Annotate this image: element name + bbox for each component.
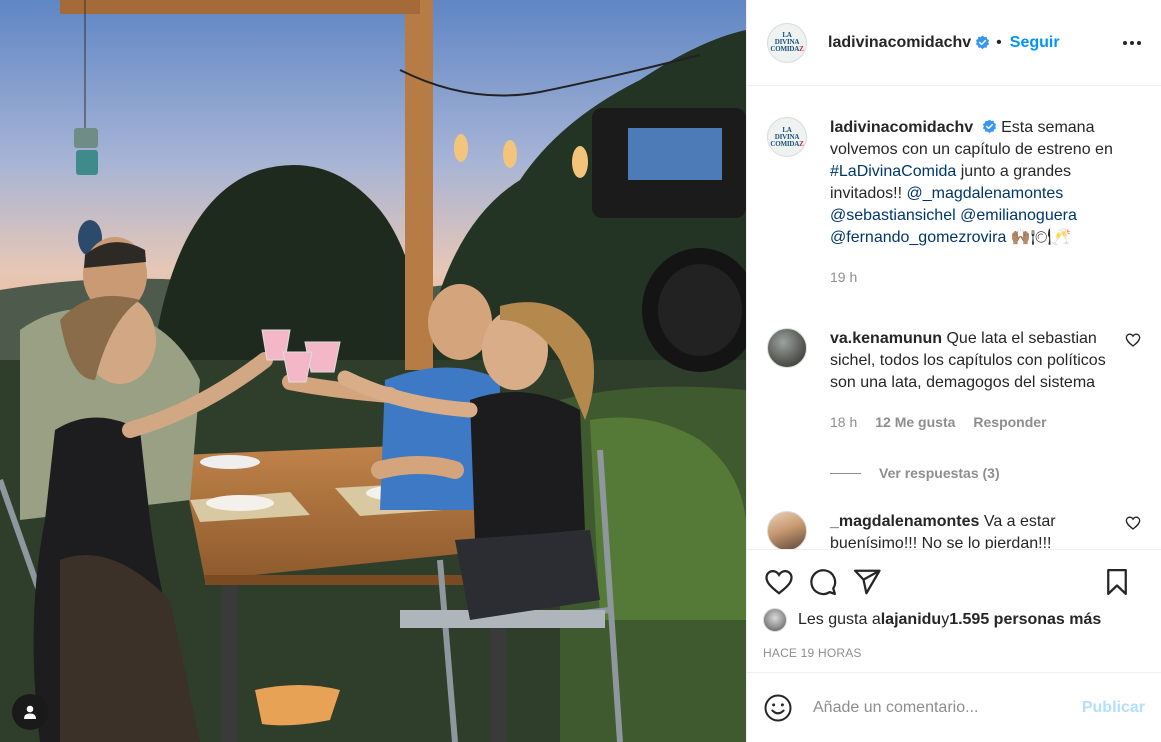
follow-button[interactable]: Seguir [1010, 34, 1060, 52]
caption-emojis: 🙌🏽🍽🥂 [1010, 229, 1071, 246]
dot-icon [1130, 40, 1134, 45]
share-button[interactable] [851, 566, 883, 598]
post-caption: LA DIVINA COMIDAZ ladivinacomidachv Esta… [767, 117, 1141, 288]
dot-icon [1137, 40, 1141, 45]
likes-summary: Les gusta a lajanidu y 1.595 personas má… [763, 608, 1145, 632]
brand-logo: LA DIVINA COMIDAZ [770, 125, 804, 148]
comment-likes[interactable]: 12 Me gusta [875, 411, 955, 433]
tagged-users-button[interactable] [12, 694, 48, 730]
commenter-avatar[interactable] [767, 328, 807, 368]
header-separator: • [996, 33, 1002, 51]
likes-count[interactable]: 1.595 personas más [949, 611, 1101, 629]
action-bar [763, 550, 1145, 614]
add-comment-bar: Publicar [747, 672, 1161, 742]
comment-item: _magdalenamontes Va a estar buenísimo!!!… [767, 511, 1141, 549]
comments-list[interactable]: LA DIVINA COMIDAZ ladivinacomidachv Esta… [747, 87, 1161, 549]
liker-username[interactable]: lajanidu [881, 611, 941, 629]
liker-avatar[interactable] [763, 608, 787, 632]
emoji-icon[interactable] [763, 693, 793, 723]
like-comment-heart-icon[interactable] [1125, 332, 1141, 348]
verified-badge-icon [976, 35, 990, 50]
comment-button[interactable] [807, 566, 839, 598]
post-photo[interactable] [0, 0, 746, 742]
verified-badge-icon [982, 119, 996, 134]
comment-bubble-icon [810, 569, 837, 596]
brand-logo: LA DIVINA COMIDAZ [770, 31, 804, 53]
publish-button[interactable]: Publicar [1082, 699, 1145, 717]
post-header: LA DIVINA COMIDAZ ladivinacomidachv • Se… [747, 0, 1161, 86]
dot-icon [1123, 40, 1127, 45]
replies-divider [830, 472, 861, 474]
commenter-avatar[interactable] [767, 511, 807, 549]
likes-middle: y [941, 611, 950, 628]
view-replies-label: Ver respuestas (3) [879, 465, 1000, 481]
caption-avatar[interactable]: LA DIVINA COMIDAZ [767, 117, 807, 157]
post-actions: Les gusta a lajanidu y 1.595 personas má… [747, 549, 1161, 660]
account-avatar[interactable]: LA DIVINA COMIDAZ [767, 22, 807, 63]
comment-input[interactable] [813, 698, 1082, 717]
comment-item: va.kenamunun Que lata el sebastian siche… [767, 328, 1141, 433]
comment-username[interactable]: va.kenamunun [830, 330, 942, 347]
caption-hashtag[interactable]: #LaDivinaComida [830, 163, 956, 180]
post-timestamp[interactable]: HACE 19 HORAS [763, 646, 1145, 660]
post-side-panel: LA DIVINA COMIDAZ ladivinacomidachv • Se… [746, 0, 1161, 742]
comment-age[interactable]: 18 h [830, 411, 857, 433]
like-button[interactable] [763, 566, 795, 598]
caption-username[interactable]: ladivinacomidachv [830, 119, 973, 136]
account-username[interactable]: ladivinacomidachv [828, 34, 971, 52]
reply-button[interactable]: Responder [973, 411, 1046, 433]
more-options-button[interactable] [1123, 35, 1141, 51]
mention-link[interactable]: @sebastiansichel [830, 207, 956, 224]
mention-link[interactable]: @emilianoguera [960, 207, 1077, 224]
comment-username[interactable]: _magdalenamontes [830, 513, 979, 530]
heart-icon [765, 569, 793, 595]
likes-prefix: Les gusta a [798, 611, 881, 628]
user-icon [24, 705, 36, 719]
caption-age[interactable]: 19 h [830, 266, 857, 288]
paper-plane-icon [854, 569, 881, 595]
dinner-scene-image [0, 0, 746, 742]
bookmark-icon [1107, 569, 1127, 595]
mention-link[interactable]: @_magdalenamontes [906, 185, 1063, 202]
view-replies-button[interactable]: Ver respuestas (3) [830, 465, 1141, 481]
like-comment-heart-icon[interactable] [1125, 515, 1141, 531]
save-button[interactable] [1101, 566, 1133, 598]
mention-link[interactable]: @fernando_gomezrovira [830, 229, 1006, 246]
